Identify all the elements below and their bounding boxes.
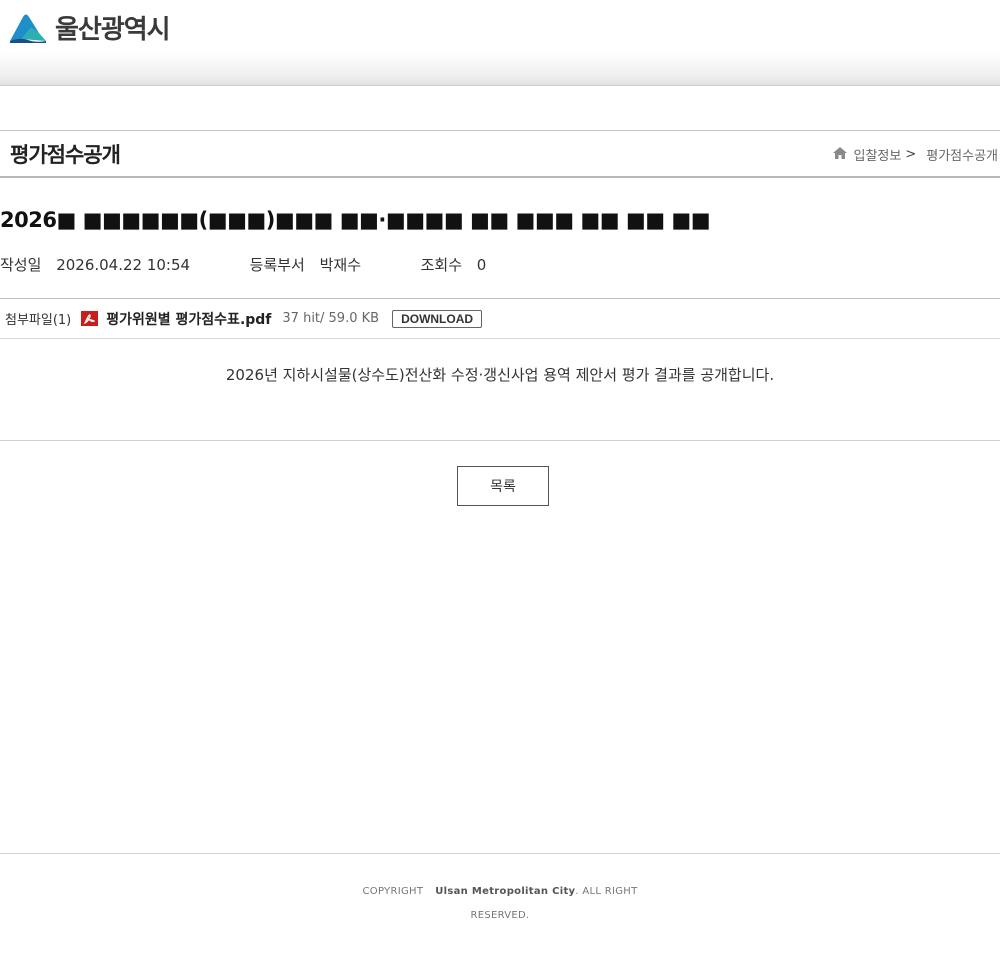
- date-label: 작성일: [0, 256, 42, 274]
- post-meta: 작성일 2026.04.22 10:54 등록부서 박재수 조회수 0: [0, 254, 486, 275]
- attachment-row: 첨부파일(1) 평가위원별 평가점수표.pdf 37 hit/ 59.0 KB …: [0, 298, 1000, 339]
- pdf-icon: [81, 311, 99, 326]
- footer-org: Ulsan Metropolitan City: [435, 886, 576, 897]
- views-value: 0: [476, 256, 487, 274]
- logo-text: 울산광역시: [55, 14, 171, 45]
- title-bar: 평가점수공개 입찰정보 > 평가점수공개: [0, 130, 1000, 178]
- ulsan-logo-icon: [10, 14, 46, 43]
- breadcrumb-parent[interactable]: 입찰정보: [853, 145, 901, 164]
- breadcrumb: 입찰정보 > 평가점수공개: [833, 145, 998, 164]
- site-footer: COPYRIGHT Ulsan Metropolitan City. ALL RI…: [360, 880, 640, 928]
- breadcrumb-current[interactable]: 평가점수공개: [926, 145, 998, 164]
- breadcrumb-separator: >: [905, 147, 917, 162]
- date-value: 2026.04.22 10:54: [56, 256, 191, 274]
- content-divider: [0, 440, 1000, 441]
- list-button[interactable]: 목록: [457, 466, 549, 506]
- page-title: 평가점수공개: [10, 143, 121, 167]
- post-title: 2026■ ■■■■■■(■■■)■■■ ■■·■■■■ ■■ ■■■ ■■ ■…: [0, 208, 711, 232]
- attachment-label: 첨부파일(1): [5, 313, 72, 328]
- attachment-file-info: 37 hit/ 59.0 KB: [282, 311, 380, 326]
- footer-divider: [0, 853, 1000, 854]
- attachment-file-link[interactable]: 평가위원별 평가점수표.pdf: [106, 309, 271, 329]
- dept-value: 박재수: [319, 256, 362, 274]
- post-body: 2026년 지하시설물(상수도)전산화 수정·갱신사업 용역 제안서 평가 결과…: [225, 366, 775, 384]
- site-header: 울산광역시: [0, 0, 1000, 86]
- dept-label: 등록부서: [249, 256, 305, 274]
- home-icon[interactable]: [833, 146, 848, 163]
- views-label: 조회수: [420, 256, 462, 274]
- footer-copyright: COPYRIGHT: [362, 886, 424, 897]
- site-logo[interactable]: 울산광역시: [9, 10, 171, 45]
- download-button[interactable]: DOWNLOAD: [392, 309, 483, 328]
